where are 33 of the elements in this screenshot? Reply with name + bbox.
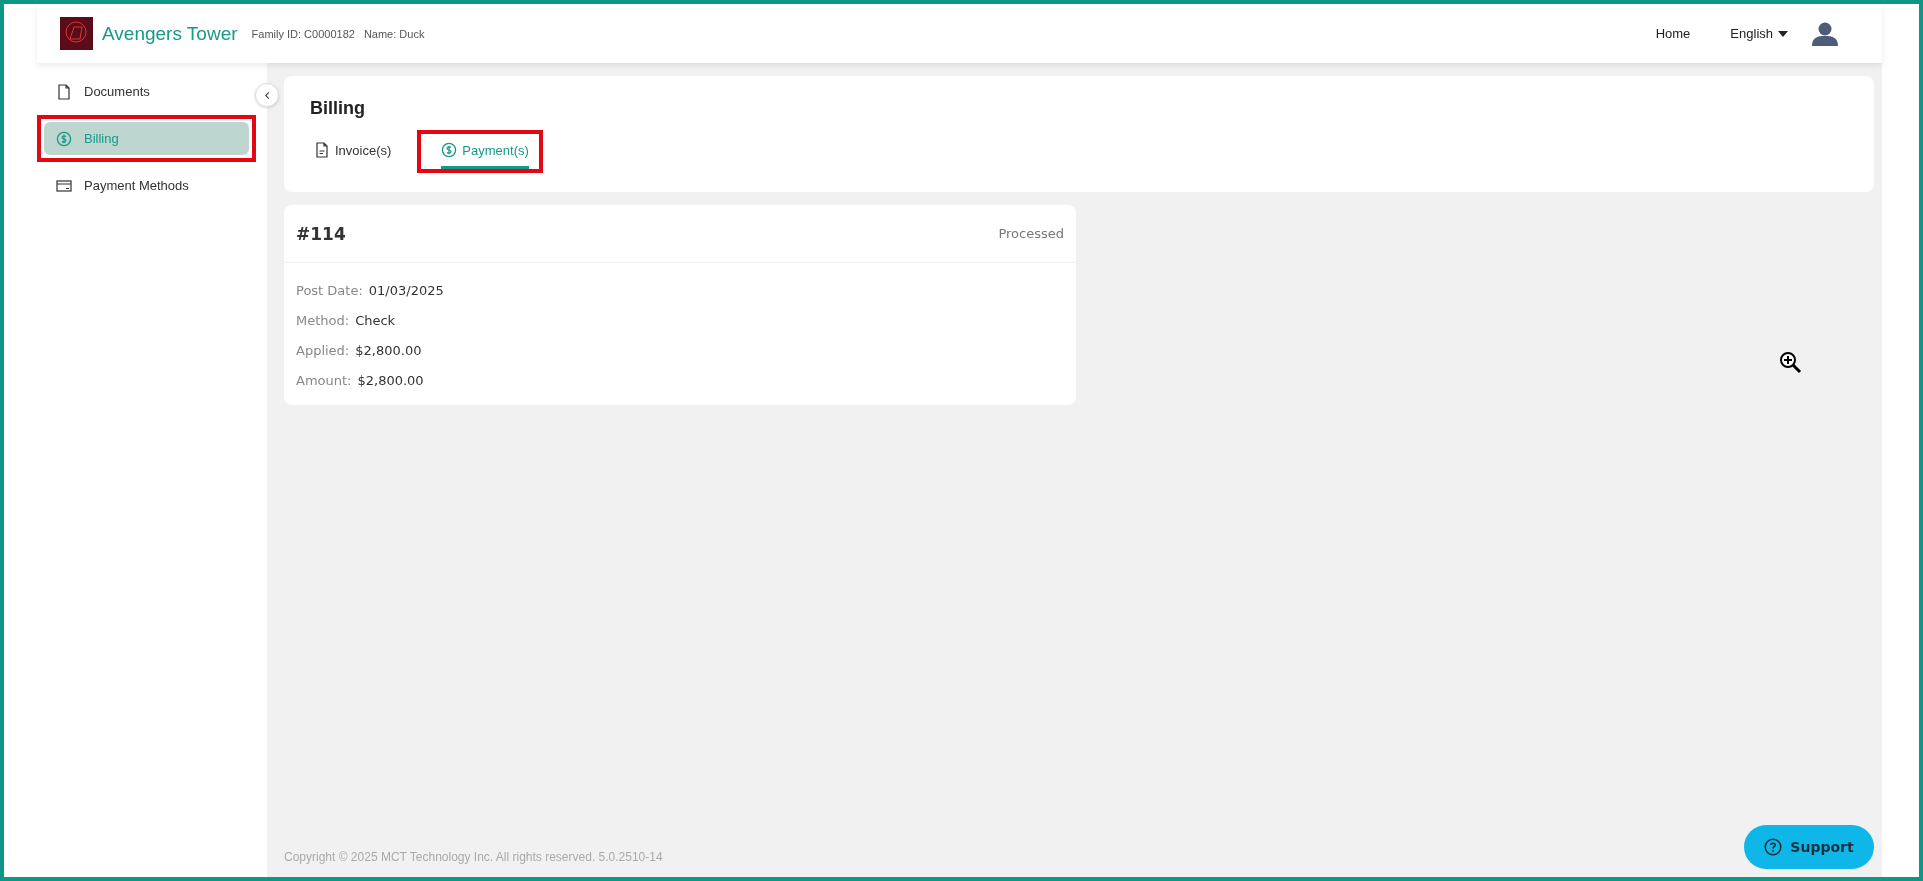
dollar-icon [441,142,458,158]
logo-icon [60,17,93,50]
zoom-cursor-icon [1779,351,1803,375]
copyright-text: Copyright © 2025 MCT Technology Inc. All rights reserved. 5.0.2510-14 [284,849,663,864]
home-link[interactable]: Home [1655,26,1691,41]
field-label: Amount: [296,372,352,388]
field-label: Method: [296,312,350,328]
page-title: Billing [310,98,366,119]
card-icon [56,177,72,194]
payment-status: Processed [998,226,1064,241]
payment-number: #114 [296,223,346,244]
field-value: Check [355,312,396,328]
chevron-left-icon [262,90,272,100]
tab[interactable]: Payment(s) [441,138,529,169]
family-id: Family ID: C0000182 [251,27,355,40]
caret-icon [1778,30,1788,37]
document-icon [56,83,72,100]
user-icon[interactable] [1812,21,1838,46]
language-dropdown[interactable]: English [1730,26,1788,41]
field-value: 01/03/2025 [368,282,444,298]
dollar-icon [56,130,72,147]
sidebar-item[interactable]: Documents [44,75,249,108]
sidebar-item[interactable]: Payment Methods [44,169,249,202]
help-icon [1764,838,1783,856]
field-value: $2,800.00 [357,372,424,388]
member-name: Name: Duck [363,27,425,40]
field-label: Post Date: [296,282,363,298]
support-button[interactable]: Support [1744,825,1874,869]
document-icon [314,142,330,158]
tab[interactable]: Invoice(s) [314,138,392,169]
field-value: $2,800.00 [355,342,422,358]
field-label: Applied: [296,342,350,358]
brand-name[interactable]: Avengers Tower [102,22,238,45]
